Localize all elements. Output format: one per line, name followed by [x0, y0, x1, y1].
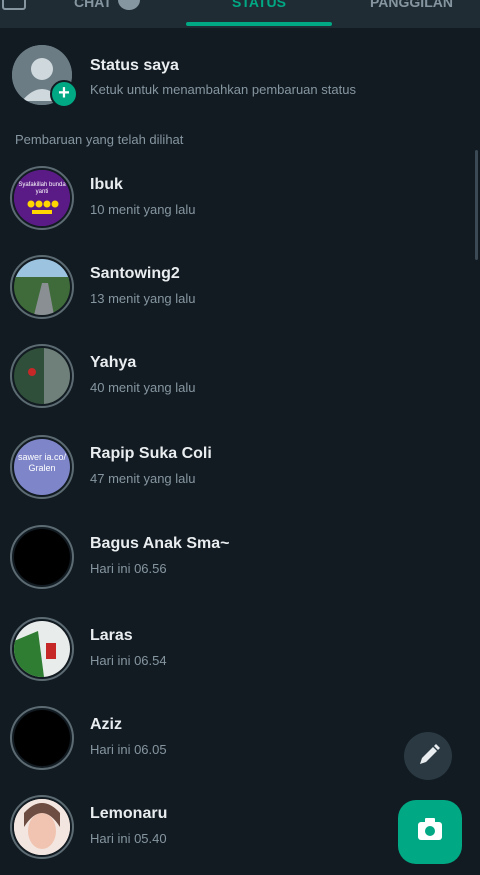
status-time: 40 menit yang lalu: [90, 380, 196, 395]
contact-name: Aziz: [90, 716, 122, 733]
status-thumbnail: [14, 621, 70, 677]
status-time: Hari ini 06.05: [90, 742, 167, 757]
camera-icon: [418, 818, 442, 840]
my-status-title: Status saya: [90, 57, 179, 74]
pencil-icon: [420, 744, 440, 764]
camera-status-button[interactable]: [398, 800, 462, 864]
contact-name: Rapip Suka Coli: [90, 445, 212, 462]
list-item[interactable]: Syafakillah bunda yanti Ibuk 10 menit ya…: [0, 166, 470, 246]
contact-name: Santowing2: [90, 265, 180, 282]
thumbnail-text: Syafakillah bunda yanti: [18, 182, 66, 195]
avatar: [14, 529, 70, 585]
add-status-icon[interactable]: +: [50, 80, 78, 108]
my-status-row[interactable]: + Status saya Ketuk untuk menambahkan pe…: [0, 40, 480, 116]
section-header-viewed: Pembaruan yang telah dilihat: [15, 132, 184, 147]
contact-name: Lemonaru: [90, 805, 168, 822]
avatar: Syafakillah bunda yanti: [14, 170, 70, 226]
avatar: [14, 621, 70, 677]
status-time: 13 menit yang lalu: [90, 291, 196, 306]
my-status-subtitle: Ketuk untuk menambahkan pembaruan status: [90, 82, 356, 97]
thumbnail-text: sawer ia.co/ Gralen: [17, 452, 67, 473]
list-item[interactable]: Aziz Hari ini 06.05: [0, 706, 470, 786]
active-tab-indicator: [186, 22, 332, 26]
scrollbar[interactable]: [475, 150, 478, 260]
tab-status[interactable]: STATUS: [232, 0, 286, 10]
contact-name: Yahya: [90, 354, 137, 371]
list-item[interactable]: Bagus Anak Sma~ Hari ini 06.56: [0, 525, 470, 605]
avatar: [14, 348, 70, 404]
avatar: [14, 259, 70, 315]
status-thumbnail: [14, 348, 70, 404]
tab-calls[interactable]: PANGGILAN: [370, 0, 453, 10]
chat-unread-badge: [118, 0, 140, 10]
contact-name: Ibuk: [90, 176, 123, 193]
avatar: sawer ia.co/ Gralen: [14, 439, 70, 495]
status-time: 10 menit yang lalu: [90, 202, 196, 217]
status-time: Hari ini 06.56: [90, 561, 167, 576]
status-time: Hari ini 06.54: [90, 653, 167, 668]
avatar: [14, 799, 70, 855]
camera-tab-icon[interactable]: [2, 0, 26, 10]
avatar: [14, 710, 70, 766]
list-item[interactable]: Santowing2 13 menit yang lalu: [0, 255, 470, 335]
tab-chat[interactable]: CHAT: [74, 0, 112, 10]
tab-bar: CHAT STATUS PANGGILAN: [0, 0, 480, 28]
contact-name: Laras: [90, 627, 133, 644]
status-thumbnail: [14, 799, 70, 855]
status-thumbnail: [14, 259, 70, 315]
contact-name: Bagus Anak Sma~: [90, 535, 230, 552]
list-item[interactable]: sawer ia.co/ Gralen Rapip Suka Coli 47 m…: [0, 435, 470, 515]
edit-text-status-button[interactable]: [404, 732, 452, 780]
status-thumbnail: [14, 170, 70, 226]
list-item[interactable]: Yahya 40 menit yang lalu: [0, 344, 470, 424]
status-time: 47 menit yang lalu: [90, 471, 196, 486]
list-item[interactable]: Laras Hari ini 06.54: [0, 617, 470, 697]
status-time: Hari ini 05.40: [90, 831, 167, 846]
